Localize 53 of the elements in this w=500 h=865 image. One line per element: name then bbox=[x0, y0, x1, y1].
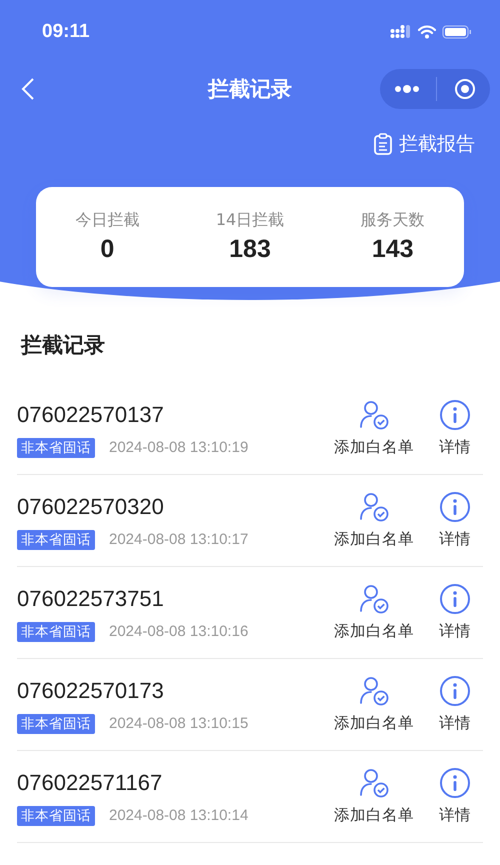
phone-number: 076022570173 bbox=[17, 678, 165, 704]
details-button[interactable]: 详情 bbox=[433, 583, 477, 642]
user-check-icon bbox=[358, 399, 390, 431]
whitelist-button[interactable]: 添加白名单 bbox=[329, 491, 419, 550]
status-time: 09:11 bbox=[42, 21, 90, 43]
phone-number: 076022573751 bbox=[17, 586, 165, 612]
user-check-icon bbox=[358, 675, 390, 707]
stat-value: 0 bbox=[100, 235, 114, 264]
clipboard-icon bbox=[373, 132, 393, 154]
user-check-icon bbox=[358, 583, 390, 615]
info-icon bbox=[439, 491, 471, 523]
info-icon bbox=[439, 767, 471, 799]
info-icon bbox=[439, 675, 471, 707]
tag: 非本省固话 bbox=[17, 622, 95, 642]
details-button[interactable]: 详情 bbox=[433, 767, 477, 826]
stat-label: 14日拦截 bbox=[216, 210, 284, 231]
user-check-icon bbox=[358, 491, 390, 523]
info-icon bbox=[439, 399, 471, 431]
user-check-icon bbox=[358, 767, 390, 799]
battery-icon bbox=[442, 25, 472, 39]
whitelist-button[interactable]: 添加白名单 bbox=[329, 399, 419, 458]
tag: 非本省固话 bbox=[17, 806, 95, 826]
whitelist-button[interactable]: 添加白名单 bbox=[329, 583, 419, 642]
more-icon[interactable] bbox=[394, 84, 420, 94]
tag: 非本省固话 bbox=[17, 530, 95, 550]
record-time: 2024-08-08 13:10:15 bbox=[109, 715, 248, 732]
details-button[interactable]: 详情 bbox=[433, 675, 477, 734]
capsule-menu[interactable] bbox=[380, 69, 490, 109]
record-time: 2024-08-08 13:10:17 bbox=[109, 531, 248, 548]
stat-value: 143 bbox=[372, 235, 414, 264]
phone-number: 076022570137 bbox=[17, 402, 165, 428]
wifi-icon bbox=[418, 25, 436, 39]
stat-label: 今日拦截 bbox=[75, 210, 140, 231]
whitelist-button[interactable]: 添加白名单 bbox=[329, 675, 419, 734]
info-icon bbox=[439, 583, 471, 615]
phone-number: 076022571167 bbox=[17, 770, 164, 796]
phone-number: 076022570320 bbox=[17, 494, 165, 520]
details-button[interactable]: 详情 bbox=[433, 399, 477, 458]
whitelist-button[interactable]: 添加白名单 bbox=[329, 767, 419, 826]
section-title: 拦截记录 bbox=[21, 332, 106, 359]
record-time: 2024-08-08 13:10:19 bbox=[109, 439, 248, 456]
tag: 非本省固话 bbox=[17, 714, 95, 734]
back-icon[interactable] bbox=[21, 77, 35, 101]
tag: 非本省固话 bbox=[17, 438, 95, 458]
record-time: 2024-08-08 13:10:16 bbox=[109, 623, 248, 640]
target-icon[interactable] bbox=[454, 78, 476, 100]
report-link[interactable]: 拦截报告 bbox=[373, 129, 475, 158]
stat-value: 183 bbox=[229, 235, 271, 264]
details-button[interactable]: 详情 bbox=[433, 491, 477, 550]
signal-icon bbox=[390, 25, 412, 39]
stat-label: 服务天数 bbox=[360, 210, 425, 231]
page-title: 拦截记录 bbox=[208, 76, 292, 103]
record-time: 2024-08-08 13:10:14 bbox=[109, 807, 248, 824]
